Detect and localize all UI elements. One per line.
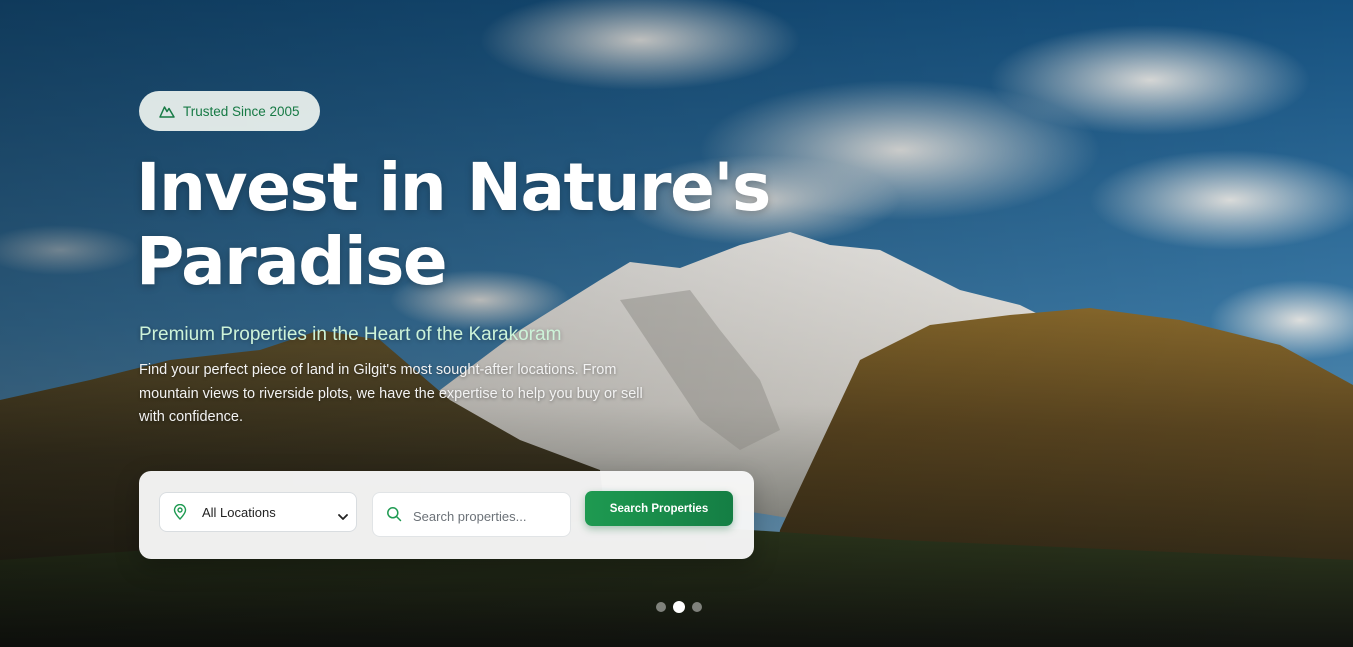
hero-content: Trusted Since 2005 Invest in Nature's Pa… (136, 91, 839, 430)
hero-description: Find your perfect piece of land in Gilgi… (139, 362, 643, 425)
location-select-value: All Locations (202, 505, 276, 520)
carousel-dot-1[interactable] (656, 602, 666, 612)
map-pin-icon (173, 503, 187, 525)
hero-title-line-1: Invest in Nature's (136, 149, 771, 226)
trusted-badge: Trusted Since 2005 (139, 91, 320, 131)
carousel-dot-3[interactable] (692, 602, 702, 612)
hero-subtitle: Premium Properties in the Heart of the K… (139, 324, 562, 345)
chevron-down-icon (338, 508, 348, 526)
badge-label: Trusted Since 2005 (183, 103, 300, 119)
location-select[interactable]: All Locations (159, 492, 357, 532)
search-input[interactable] (411, 503, 565, 529)
carousel-dot-2[interactable] (673, 601, 685, 613)
property-search-card: All Locations Search Properties (139, 471, 754, 559)
search-field[interactable] (372, 492, 571, 537)
mountain-icon (159, 104, 175, 118)
search-properties-button[interactable]: Search Properties (585, 491, 733, 526)
hero-title-line-2: Paradise (136, 223, 448, 300)
search-icon (386, 506, 402, 527)
hero-section: Trusted Since 2005 Invest in Nature's Pa… (0, 0, 1353, 647)
hero-title: Invest in Nature's Paradise (136, 151, 839, 299)
carousel-indicators (656, 601, 702, 613)
